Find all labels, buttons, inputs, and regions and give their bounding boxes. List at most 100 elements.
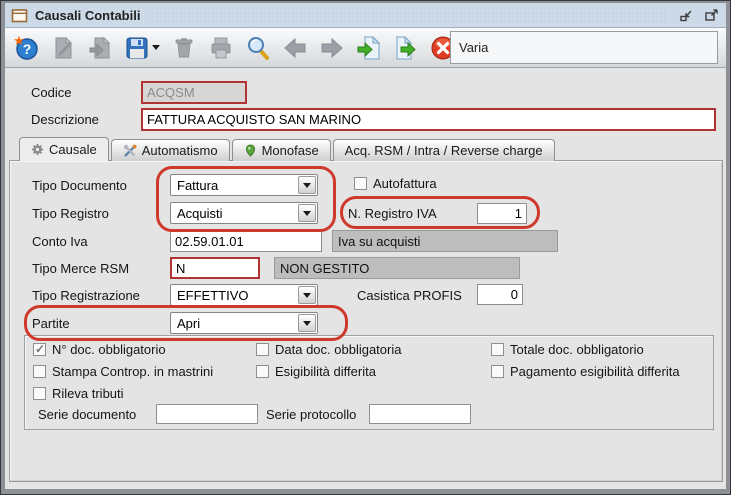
esigibilita-differita-checkbox[interactable]: Esigibilità differita <box>256 364 376 379</box>
tab-causale-label: Causale <box>49 142 97 157</box>
document-out-button[interactable] <box>393 35 419 61</box>
tipo-registrazione-select[interactable]: EFFETTIVO <box>170 284 318 306</box>
previous-button[interactable] <box>282 35 308 61</box>
n-doc-obbligatorio-checkbox-box[interactable] <box>33 342 46 356</box>
delete-button[interactable] <box>171 35 197 61</box>
totale-doc-obbligatorio-label: Totale doc. obbligatorio <box>510 342 644 357</box>
partite-label: Partite <box>32 316 70 331</box>
arrow-left-icon <box>284 37 306 58</box>
tipo-documento-label: Tipo Documento <box>32 178 127 193</box>
rileva-tributi-checkbox-box[interactable] <box>33 387 46 400</box>
pagamento-esigibilita-checkbox-box[interactable] <box>491 365 504 378</box>
conto-iva-input[interactable] <box>170 230 322 252</box>
serie-protocollo-label: Serie protocollo <box>266 407 357 422</box>
save-icon <box>126 37 148 58</box>
tipo-merce-rsm-description: NON GESTITO <box>274 257 520 279</box>
titlebar-texture <box>151 6 666 24</box>
gear-icon <box>31 143 44 156</box>
tipo-registrazione-label: Tipo Registrazione <box>32 288 140 303</box>
totale-doc-obbligatorio-checkbox-box[interactable] <box>491 343 504 356</box>
document-out-icon <box>396 35 416 59</box>
tab-strip: Causale Automatismo Monofase Acq. RSM / … <box>19 137 557 161</box>
maximize-button[interactable] <box>702 7 720 23</box>
casistica-profis-input[interactable] <box>477 284 523 305</box>
casistica-profis-label: Casistica PROFIS <box>357 288 462 303</box>
n-doc-obbligatorio-checkbox[interactable]: N° doc. obbligatorio <box>33 342 166 357</box>
rileva-tributi-checkbox[interactable]: Rileva tributi <box>33 386 124 401</box>
save-dropdown-caret-icon[interactable] <box>152 44 160 50</box>
data-doc-obbligatoria-label: Data doc. obbligatoria <box>275 342 402 357</box>
help-button[interactable]: ? ★ <box>13 35 39 61</box>
edit-document-icon <box>55 36 73 58</box>
esigibilita-differita-checkbox-box[interactable] <box>256 365 269 378</box>
tipo-registro-label: Tipo Registro <box>32 206 109 221</box>
delete-icon <box>175 37 193 57</box>
tipo-merce-rsm-description-text: NON GESTITO <box>280 260 370 276</box>
codice-value: ACQSM <box>147 85 195 100</box>
stampa-controp-label: Stampa Controp. in mastrini <box>52 364 214 379</box>
tipo-registro-select[interactable]: Acquisti <box>170 202 318 224</box>
edit-document-button[interactable] <box>50 35 76 61</box>
duplicate-document-icon <box>89 36 111 58</box>
pagamento-esigibilita-label: Pagamento esigibilità differita <box>510 364 680 379</box>
tab-acq-rsm-intra-reverse-charge[interactable]: Acq. RSM / Intra / Reverse charge <box>332 139 555 161</box>
descrizione-input[interactable] <box>141 108 716 131</box>
context-field[interactable]: Varia <box>450 31 718 64</box>
document-in-button[interactable] <box>356 35 382 61</box>
totale-doc-obbligatorio-checkbox[interactable]: Totale doc. obbligatorio <box>491 342 644 357</box>
data-doc-obbligatoria-checkbox[interactable]: Data doc. obbligatoria <box>256 342 401 357</box>
maximize-icon <box>704 8 718 21</box>
codice-label: Codice <box>31 85 72 100</box>
restore-button[interactable] <box>677 7 695 23</box>
stampa-controp-checkbox[interactable]: Stampa Controp. in mastrini <box>33 364 213 379</box>
search-button[interactable] <box>245 35 271 61</box>
stampa-controp-checkbox-box[interactable] <box>33 365 46 378</box>
conto-iva-description: Iva su acquisti <box>332 230 558 252</box>
print-icon <box>211 37 231 58</box>
serie-protocollo-input[interactable] <box>369 404 471 424</box>
tools-icon <box>123 144 137 157</box>
save-button[interactable] <box>124 35 160 61</box>
titlebar: Causali Contabili <box>5 3 726 28</box>
tab-automatismo-label: Automatismo <box>141 143 218 158</box>
toolbar: ? ★ Varia <box>5 28 726 68</box>
chevron-down-icon[interactable] <box>298 204 316 222</box>
chevron-down-icon[interactable] <box>298 286 316 304</box>
autofattura-checkbox-box[interactable] <box>354 177 367 190</box>
n-doc-obbligatorio-label: N° doc. obbligatorio <box>52 342 166 357</box>
tipo-merce-rsm-input[interactable] <box>170 257 260 279</box>
n-registro-iva-label: N. Registro IVA <box>348 206 437 221</box>
tab-automatismo[interactable]: Automatismo <box>110 139 230 161</box>
tab-acq-rsm-label: Acq. RSM / Intra / Reverse charge <box>344 143 543 158</box>
print-button[interactable] <box>208 35 234 61</box>
pin-icon <box>245 144 255 157</box>
n-registro-iva-input[interactable] <box>477 203 527 224</box>
tab-causale[interactable]: Causale <box>19 137 109 161</box>
search-icon <box>248 36 269 60</box>
next-button[interactable] <box>319 35 345 61</box>
causale-tab-panel: Tipo Documento Fattura Autofattura Tipo … <box>9 160 723 482</box>
descrizione-label: Descrizione <box>31 112 99 127</box>
document-in-icon <box>357 35 381 59</box>
tipo-documento-value: Fattura <box>177 178 219 193</box>
partite-value: Apri <box>177 316 201 331</box>
partite-select[interactable]: Apri <box>170 312 318 334</box>
restore-icon <box>679 10 692 21</box>
pagamento-esigibilita-checkbox[interactable]: Pagamento esigibilità differita <box>491 364 680 379</box>
chevron-down-icon[interactable] <box>298 314 316 332</box>
chevron-down-icon[interactable] <box>298 176 316 194</box>
window-title: Causali Contabili <box>35 7 141 23</box>
window-icon <box>11 8 28 22</box>
autofattura-checkbox[interactable]: Autofattura <box>354 176 437 191</box>
serie-documento-input[interactable] <box>156 404 258 424</box>
conto-iva-label: Conto Iva <box>32 234 88 249</box>
arrow-right-icon <box>321 37 343 58</box>
tab-monofase-label: Monofase <box>261 143 319 158</box>
tipo-merce-rsm-label: Tipo Merce RSM <box>32 261 130 276</box>
svg-text:★: ★ <box>13 35 25 48</box>
tipo-documento-select[interactable]: Fattura <box>170 174 318 196</box>
data-doc-obbligatoria-checkbox-box[interactable] <box>256 343 269 356</box>
tab-monofase[interactable]: Monofase <box>231 139 331 161</box>
codice-field: ACQSM <box>141 81 247 104</box>
duplicate-document-button[interactable] <box>87 35 113 61</box>
